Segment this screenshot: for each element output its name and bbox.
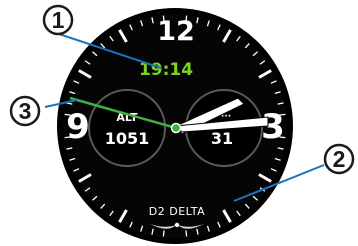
brand-logo: D2 DELTA [149,205,205,218]
callout-badge-2: 2 [323,143,355,175]
callout-number-3: 3 [19,98,32,124]
minute-tick [162,230,165,237]
callout-badge-1: 1 [42,4,74,36]
left-subdial-ring [88,89,166,167]
altitude-value: 1051 [105,129,150,148]
minute-tick [185,230,188,237]
callout-badge-3: 3 [9,95,41,127]
date-value: 31 [211,129,233,148]
left-subdial: ALT 1051 [88,89,166,167]
hour-marker-3: 3 [261,107,285,147]
annotated-watch-face-figure: 12 9 3 19:14 ALT 1051 ··· 31 D2 DELTA 1 [9,4,355,244]
hand-pivot [170,122,182,134]
callout-number-1: 1 [52,7,65,33]
hour-marker-9: 9 [66,107,90,147]
callout-number-2: 2 [333,146,346,172]
hour-marker-12: 12 [157,16,195,47]
